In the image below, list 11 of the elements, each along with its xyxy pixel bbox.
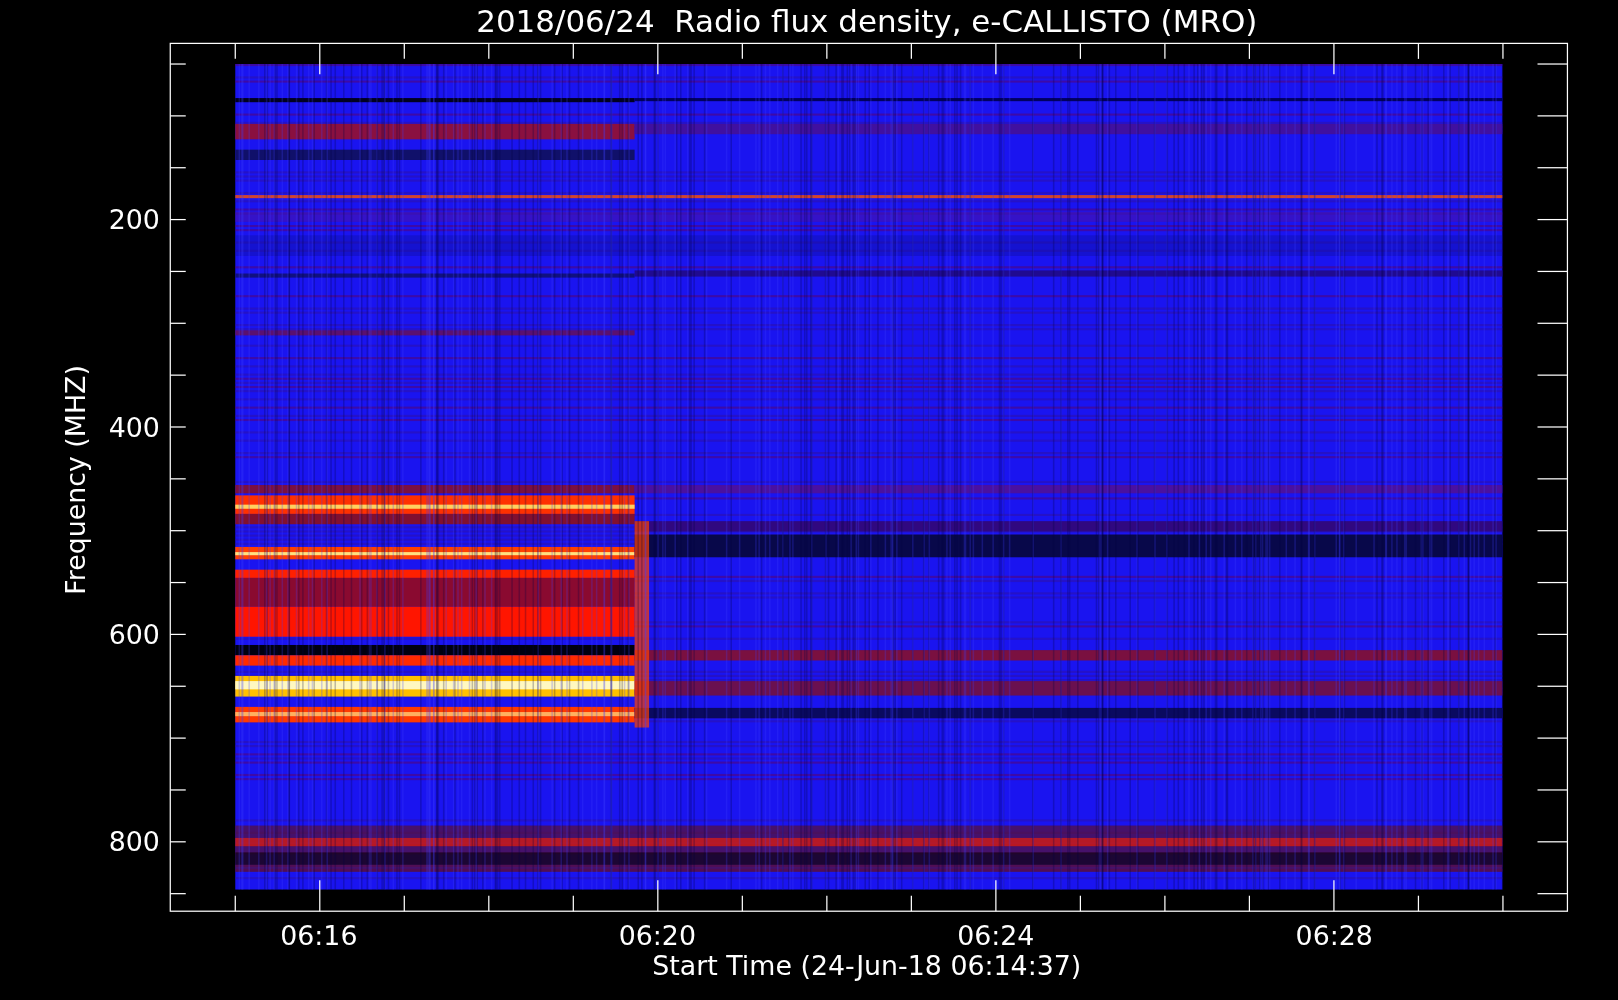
axis-label: Start Time (24-Jun-18 06:14:37) <box>652 950 1082 982</box>
tick-label: 06:28 <box>1295 920 1373 952</box>
tick-label: 400 <box>108 411 160 443</box>
tick-label: 800 <box>108 826 160 858</box>
tick-label: 06:20 <box>618 920 696 952</box>
tick-label: 06:24 <box>957 920 1035 952</box>
tick-label: 200 <box>108 204 160 236</box>
axis-label: Frequency (MHZ) <box>59 365 91 595</box>
tick-label: 600 <box>108 618 160 650</box>
chart-title: 2018/06/24 Radio flux density, e-CALLISTO (MRO) <box>476 3 1258 40</box>
tick-label: 06:16 <box>280 920 358 952</box>
